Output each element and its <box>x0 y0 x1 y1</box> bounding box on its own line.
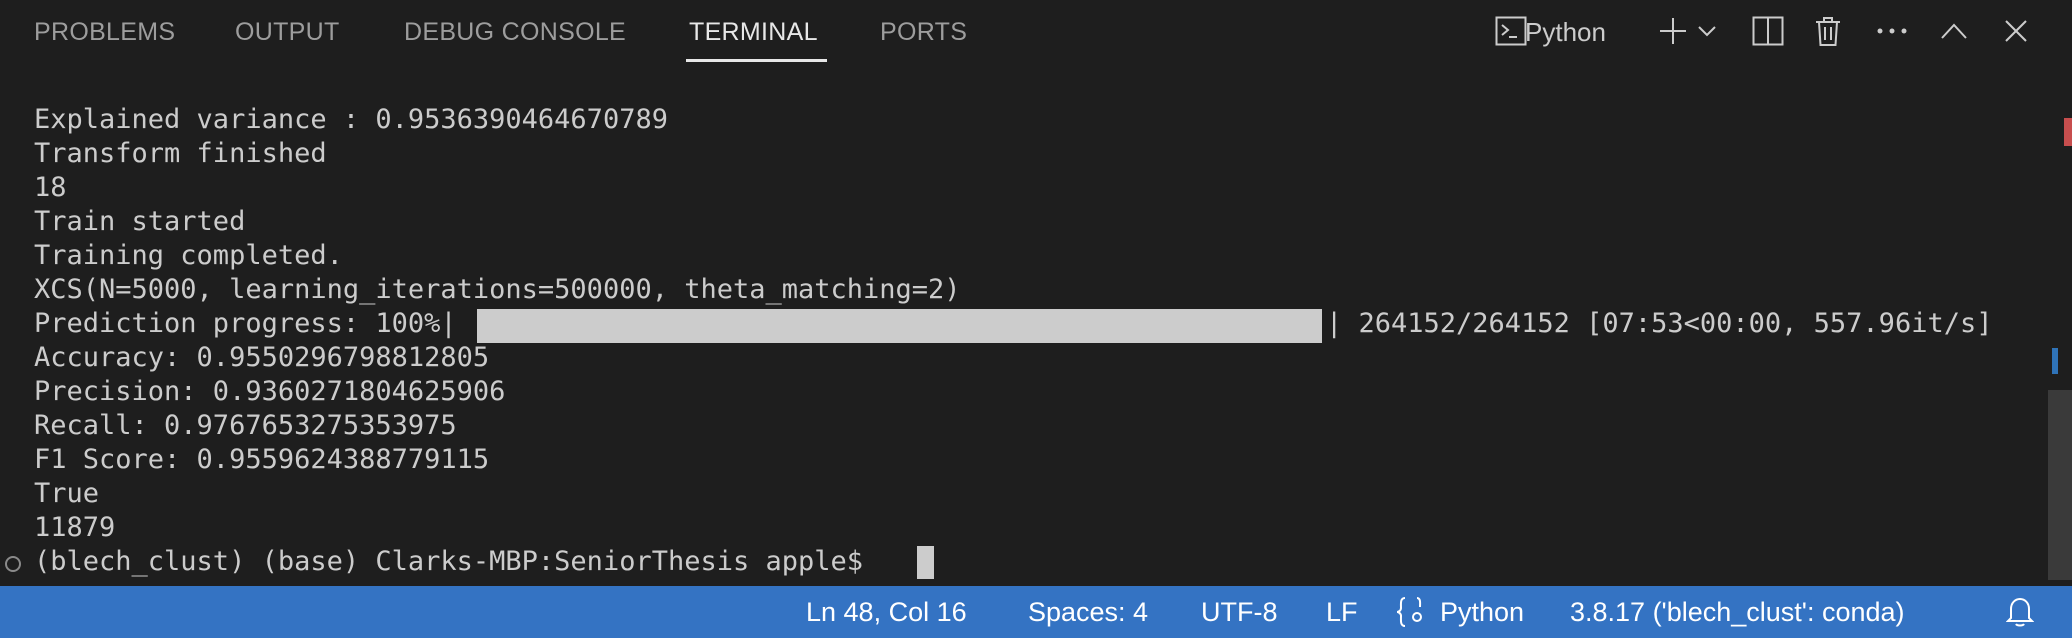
terminal-cursor <box>917 546 934 579</box>
panel-header: PROBLEMS OUTPUT DEBUG CONSOLE TERMINAL P… <box>0 0 2072 64</box>
command-decoration-icon[interactable] <box>5 556 21 572</box>
braces-icon[interactable] <box>1395 594 1429 630</box>
bell-icon[interactable] <box>2005 594 2036 630</box>
terminal-line: Recall: 0.9767653275353975 <box>34 410 457 441</box>
tab-terminal[interactable]: TERMINAL <box>689 16 818 48</box>
terminal-line: Train started <box>34 206 246 237</box>
terminal-line: Explained variance : 0.9536390464670789 <box>34 104 668 135</box>
status-language[interactable]: Python <box>1440 594 1524 630</box>
ellipsis-icon[interactable] <box>1875 12 1909 50</box>
progress-label: Prediction progress: 100%| <box>34 308 457 339</box>
terminal-line: Accuracy: 0.9550296798812805 <box>34 342 490 373</box>
active-tab-indicator <box>686 59 827 62</box>
status-interpreter[interactable]: 3.8.17 ('blech_clust': conda) <box>1570 594 1905 630</box>
terminal-line: XCS(N=5000, learning_iterations=500000, … <box>34 274 961 305</box>
status-eol[interactable]: LF <box>1326 594 1358 630</box>
chevron-up-icon[interactable] <box>1938 12 1970 50</box>
terminal-prompt: (blech_clust) (base) Clarks-MBP:SeniorTh… <box>34 546 880 577</box>
status-indentation[interactable]: Spaces: 4 <box>1028 594 1148 630</box>
terminal-line: Transform finished <box>34 138 327 169</box>
terminal-line: F1 Score: 0.9559624388779115 <box>34 444 490 475</box>
status-encoding[interactable]: UTF-8 <box>1201 594 1278 630</box>
chevron-down-icon[interactable] <box>1696 12 1718 50</box>
tab-output[interactable]: OUTPUT <box>235 16 340 48</box>
overview-ruler-error-marker <box>2064 118 2072 146</box>
terminal-profile-label[interactable]: Python <box>1525 15 1606 49</box>
terminal-line: Training completed. <box>34 240 343 271</box>
trash-icon[interactable] <box>1813 12 1843 50</box>
scrollbar-thumb[interactable] <box>2048 390 2072 580</box>
status-cursor-position[interactable]: Ln 48, Col 16 <box>806 594 967 630</box>
tab-debug-console[interactable]: DEBUG CONSOLE <box>404 16 626 48</box>
terminal-line: Precision: 0.9360271804625906 <box>34 376 506 407</box>
terminal-icon[interactable] <box>1494 12 1528 50</box>
progress-stats: | 264152/264152 [07:53<00:00, 557.96it/s… <box>1326 308 1993 339</box>
terminal-line: 11879 <box>34 512 116 543</box>
progress-bar-fill <box>477 309 1322 343</box>
split-editor-icon[interactable] <box>1751 12 1785 50</box>
close-icon[interactable] <box>2001 12 2031 50</box>
terminal-output[interactable]: Explained variance : 0.9536390464670789 … <box>0 64 2040 586</box>
overview-ruler-marker <box>2052 348 2058 374</box>
terminal-line: 18 <box>34 172 67 203</box>
tab-problems[interactable]: PROBLEMS <box>34 16 175 48</box>
tab-ports[interactable]: PORTS <box>880 16 967 48</box>
terminal-line: True <box>34 478 100 509</box>
status-bar: Ln 48, Col 16 Spaces: 4 UTF-8 LF Python … <box>0 586 2072 638</box>
plus-icon[interactable] <box>1655 12 1691 50</box>
